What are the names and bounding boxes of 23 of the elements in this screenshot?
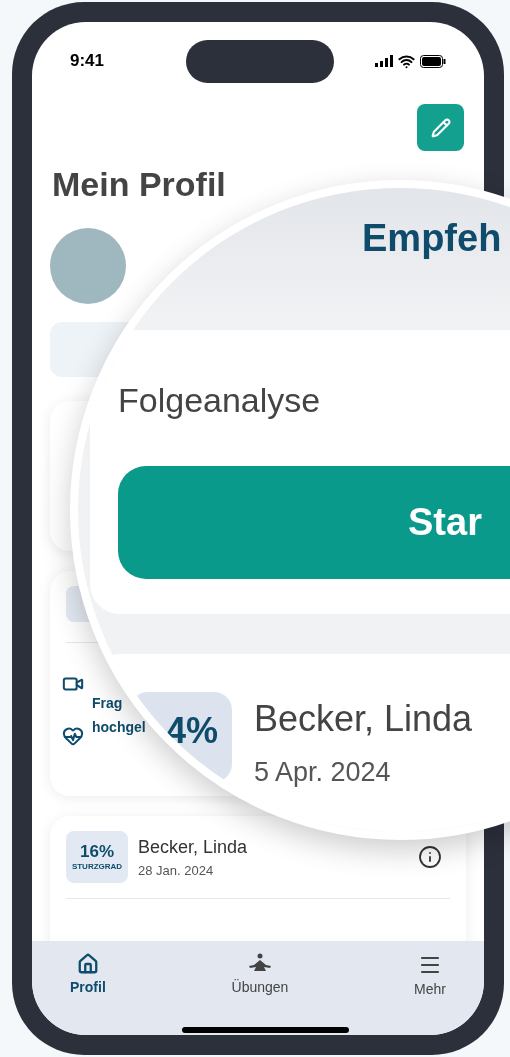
- score-value: 4%: [165, 709, 218, 753]
- score-label: STURZGRAD: [71, 862, 123, 872]
- note-text: Frag: [92, 694, 124, 713]
- section-heading: Empfeh: [362, 217, 502, 259]
- patient-name: Becker, Linda: [254, 697, 473, 741]
- home-icon: [76, 953, 99, 975]
- nav-tab[interactable]: Mehr: [406, 953, 454, 1003]
- status-time: 9:41: [70, 50, 105, 73]
- heart-pulse-icon: [62, 725, 84, 747]
- result-date: 5 Apr. 2024: [254, 756, 392, 789]
- pencil-icon: [430, 117, 451, 138]
- nav-tab[interactable]: Übungen: [223, 953, 297, 1003]
- page-title: Mein Profil: [51, 164, 227, 205]
- edit-button[interactable]: [417, 104, 464, 151]
- result-date: 28 Jan. 2024: [138, 861, 215, 880]
- battery-icon: [420, 54, 446, 68]
- score-value: 16%: [80, 842, 114, 862]
- nav-tab[interactable]: Profil: [62, 953, 114, 1003]
- note-text: hochgel: [92, 718, 146, 737]
- card-title: Folgeanalyse: [118, 381, 321, 419]
- info-icon[interactable]: [418, 845, 442, 869]
- patient-name: Becker, Linda: [138, 835, 249, 859]
- signal-icon: [375, 55, 393, 67]
